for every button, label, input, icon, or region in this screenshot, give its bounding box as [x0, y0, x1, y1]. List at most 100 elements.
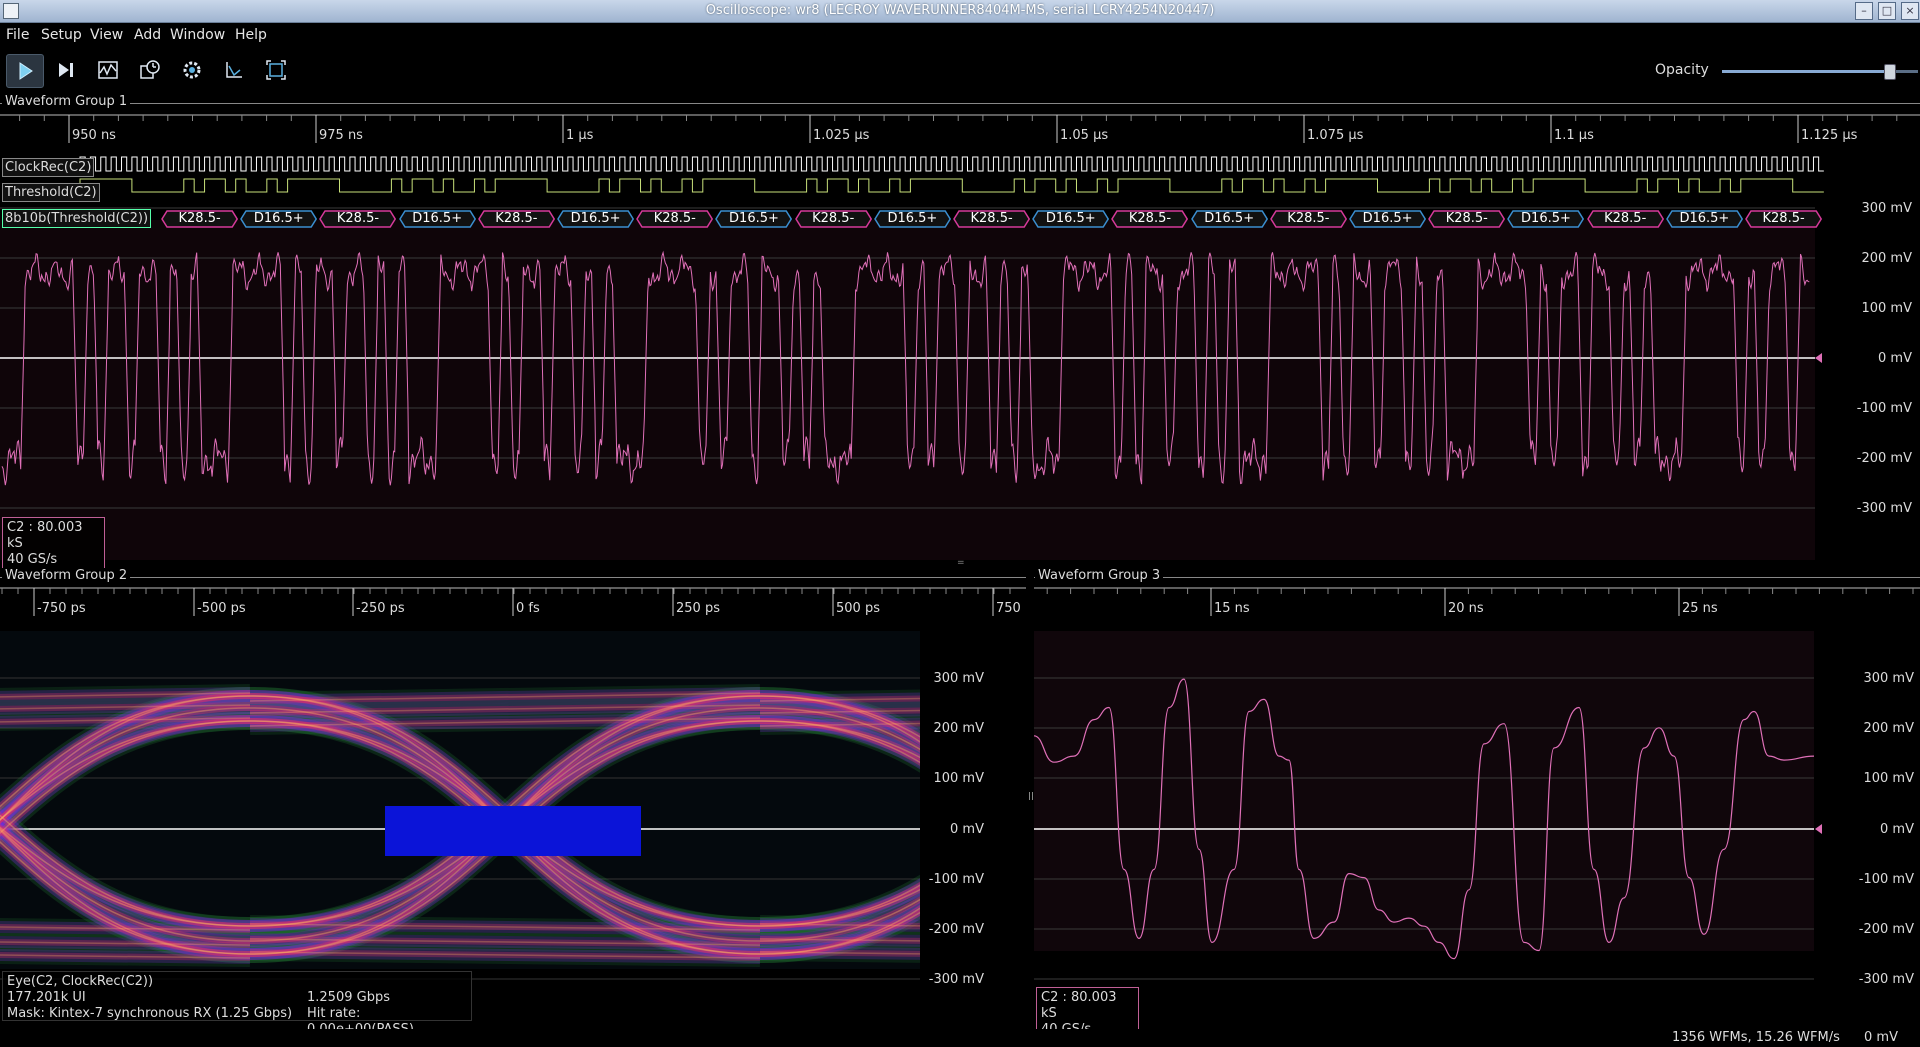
minimize-button[interactable]: – — [1855, 2, 1873, 20]
decode-symbol[interactable]: K28.5- — [636, 210, 714, 228]
group1-border — [0, 103, 1920, 104]
opacity-label: Opacity — [1655, 62, 1709, 78]
decode-symbol-label: K28.5- — [812, 211, 855, 226]
group2-time-axis[interactable]: -750 ps -500 ps -250 ps 0 fs 250 ps 500 ps 750 — [0, 586, 1026, 626]
y-axis-label: 300 mV — [1863, 671, 1914, 686]
decode-symbol-label: K28.5- — [336, 211, 380, 226]
time-tick-label: 15 ns — [1214, 601, 1250, 616]
decode-symbol[interactable]: D16.5+ — [1507, 210, 1585, 228]
y-axis-label: -200 mV — [928, 922, 984, 937]
decode-symbol[interactable]: K28.5- — [1745, 210, 1823, 228]
y-axis-label: 200 mV — [1861, 251, 1912, 266]
decode-symbol[interactable]: K28.5- — [1586, 210, 1664, 228]
decode-symbol-label: K28.5- — [1762, 211, 1805, 226]
channel-label-clockrec[interactable]: ClockRec(C2) — [2, 158, 95, 177]
channel-label-threshold[interactable]: Threshold(C2) — [2, 183, 100, 202]
decode-symbol[interactable]: K28.5- — [1269, 210, 1347, 228]
menu-file[interactable]: File — [6, 27, 29, 43]
frame-icon — [266, 60, 286, 80]
force-trigger-button[interactable] — [90, 54, 126, 86]
eye-mask — [385, 806, 641, 856]
time-tick-label: 1 µs — [566, 128, 594, 143]
y-axis-label: -100 mV — [1856, 401, 1912, 416]
decode-symbol-label: D16.5+ — [1045, 211, 1096, 226]
decode-symbol[interactable]: D16.5+ — [1349, 210, 1427, 228]
timebase-button[interactable] — [216, 54, 252, 86]
decode-symbol[interactable]: K28.5- — [319, 210, 397, 228]
decode-symbol-label: K28.5- — [495, 211, 538, 226]
vertical-splitter[interactable] — [1026, 566, 1034, 1029]
channel-label-8b10b[interactable]: 8b10b(Threshold(C2)) — [2, 209, 152, 228]
time-tick-label: 25 ns — [1682, 601, 1718, 616]
menu-view[interactable]: View — [90, 27, 123, 43]
decode-symbol-label: D16.5+ — [1679, 211, 1730, 226]
y-axis-label: 0 mV — [1878, 351, 1912, 366]
eye-ui-count: 177.201k UI — [7, 990, 86, 1005]
decode-symbol[interactable]: D16.5+ — [873, 210, 951, 228]
start-trigger-button[interactable] — [6, 54, 44, 88]
close-button[interactable]: × — [1901, 2, 1919, 20]
menu-help[interactable]: Help — [235, 27, 267, 43]
y-axis-label: 300 mV — [933, 671, 984, 686]
decode-symbol-label: D16.5+ — [1521, 211, 1571, 226]
time-tick-label: 750 — [996, 601, 1021, 616]
eye-name: Eye(C2, ClockRec(C2)) — [7, 974, 154, 989]
eye-info-box[interactable]: Eye(C2, ClockRec(C2)) 177.201k UI 1.2509… — [2, 971, 472, 1029]
settings-button[interactable] — [174, 54, 210, 86]
y-axis-label: 300 mV — [1861, 201, 1912, 216]
time-tick-label: 20 ns — [1448, 601, 1484, 616]
group3-border — [1034, 577, 1920, 578]
time-tick-label: 950 ns — [72, 128, 116, 143]
maximize-button[interactable]: □ — [1878, 2, 1896, 20]
decode-symbol[interactable]: D16.5+ — [1665, 210, 1743, 228]
menu-add[interactable]: Add — [134, 27, 161, 43]
y-axis-label: -200 mV — [1858, 922, 1914, 937]
group1-title: Waveform Group 1 — [2, 94, 131, 109]
group1-plot[interactable]: 300 mV 200 mV 100 mV 0 mV -100 mV -200 mV -300… — [0, 153, 1920, 571]
window-title: Oscilloscope: wr8 (LECROY WAVERUNNER8404… — [705, 3, 1215, 18]
decode-symbol[interactable]: D16.5+ — [1190, 210, 1268, 228]
fullscreen-button[interactable] — [258, 54, 294, 86]
decode-symbol-label: D16.5+ — [1362, 211, 1413, 226]
group2-plot[interactable]: 300 mV 200 mV 100 mV 0 mV -100 mV -200 mV -300… — [0, 626, 1026, 1029]
menu-window[interactable]: Window — [170, 27, 225, 43]
y-axis-label: -300 mV — [1856, 501, 1912, 516]
status-wfm-rate: 1356 WFMs, 15.26 WFM/s — [1672, 1030, 1840, 1045]
decode-symbol[interactable]: K28.5- — [161, 210, 239, 228]
decode-symbol[interactable]: D16.5+ — [240, 210, 318, 228]
group1-time-axis[interactable]: 950 ns 975 ns 1 µs 1.025 µs 1.05 µs 1.075 µs 1… — [0, 113, 1920, 153]
decode-symbol[interactable]: K28.5- — [477, 210, 555, 228]
menu-setup[interactable]: Setup — [41, 27, 82, 43]
waveform-icon — [98, 61, 118, 79]
decode-symbol-label: K28.5- — [1287, 211, 1330, 226]
group3-time-axis[interactable]: 15 ns 20 ns 25 ns — [1034, 586, 1920, 626]
decode-symbol[interactable]: K28.5- — [794, 210, 872, 228]
add-measurement-button[interactable] — [132, 54, 168, 86]
single-trigger-button[interactable] — [48, 54, 84, 86]
time-tick-label: 1.05 µs — [1060, 128, 1109, 143]
decode-symbol[interactable]: K28.5- — [1111, 210, 1189, 228]
group3-plot[interactable]: 300 mV 200 mV 100 mV 0 mV -100 mV -200 mV -300… — [1034, 626, 1920, 1041]
decode-symbol[interactable]: D16.5+ — [715, 210, 793, 228]
step-icon — [59, 63, 73, 77]
y-axis-label: 200 mV — [933, 721, 984, 736]
y-axis-label: -300 mV — [928, 972, 984, 987]
time-tick-label: 1.1 µs — [1554, 128, 1594, 143]
horizontal-splitter[interactable]: = — [0, 559, 1920, 568]
decode-symbol[interactable]: K28.5- — [953, 210, 1031, 228]
opacity-slider-thumb[interactable] — [1883, 64, 1896, 80]
decode-symbol-label: D16.5+ — [1204, 211, 1255, 226]
time-tick-label: 500 ps — [836, 601, 880, 616]
decode-symbol-label: K28.5- — [653, 211, 696, 226]
decode-symbol[interactable]: D16.5+ — [1032, 210, 1110, 228]
decode-symbol[interactable]: K28.5- — [1428, 210, 1506, 228]
decode-symbol[interactable]: D16.5+ — [398, 210, 476, 228]
decode-symbol-label: D16.5+ — [412, 211, 463, 226]
group1-sample-count: C2 : 80.003 kS — [7, 520, 83, 551]
time-tick-label: 250 ps — [676, 601, 720, 616]
y-axis-label: 100 mV — [1861, 301, 1912, 316]
opacity-slider[interactable] — [1722, 64, 1918, 80]
decode-symbol-label: D16.5+ — [570, 211, 621, 226]
decode-symbol[interactable]: D16.5+ — [557, 210, 635, 228]
menu-bar: File Setup View Add Window Help — [0, 23, 1920, 47]
